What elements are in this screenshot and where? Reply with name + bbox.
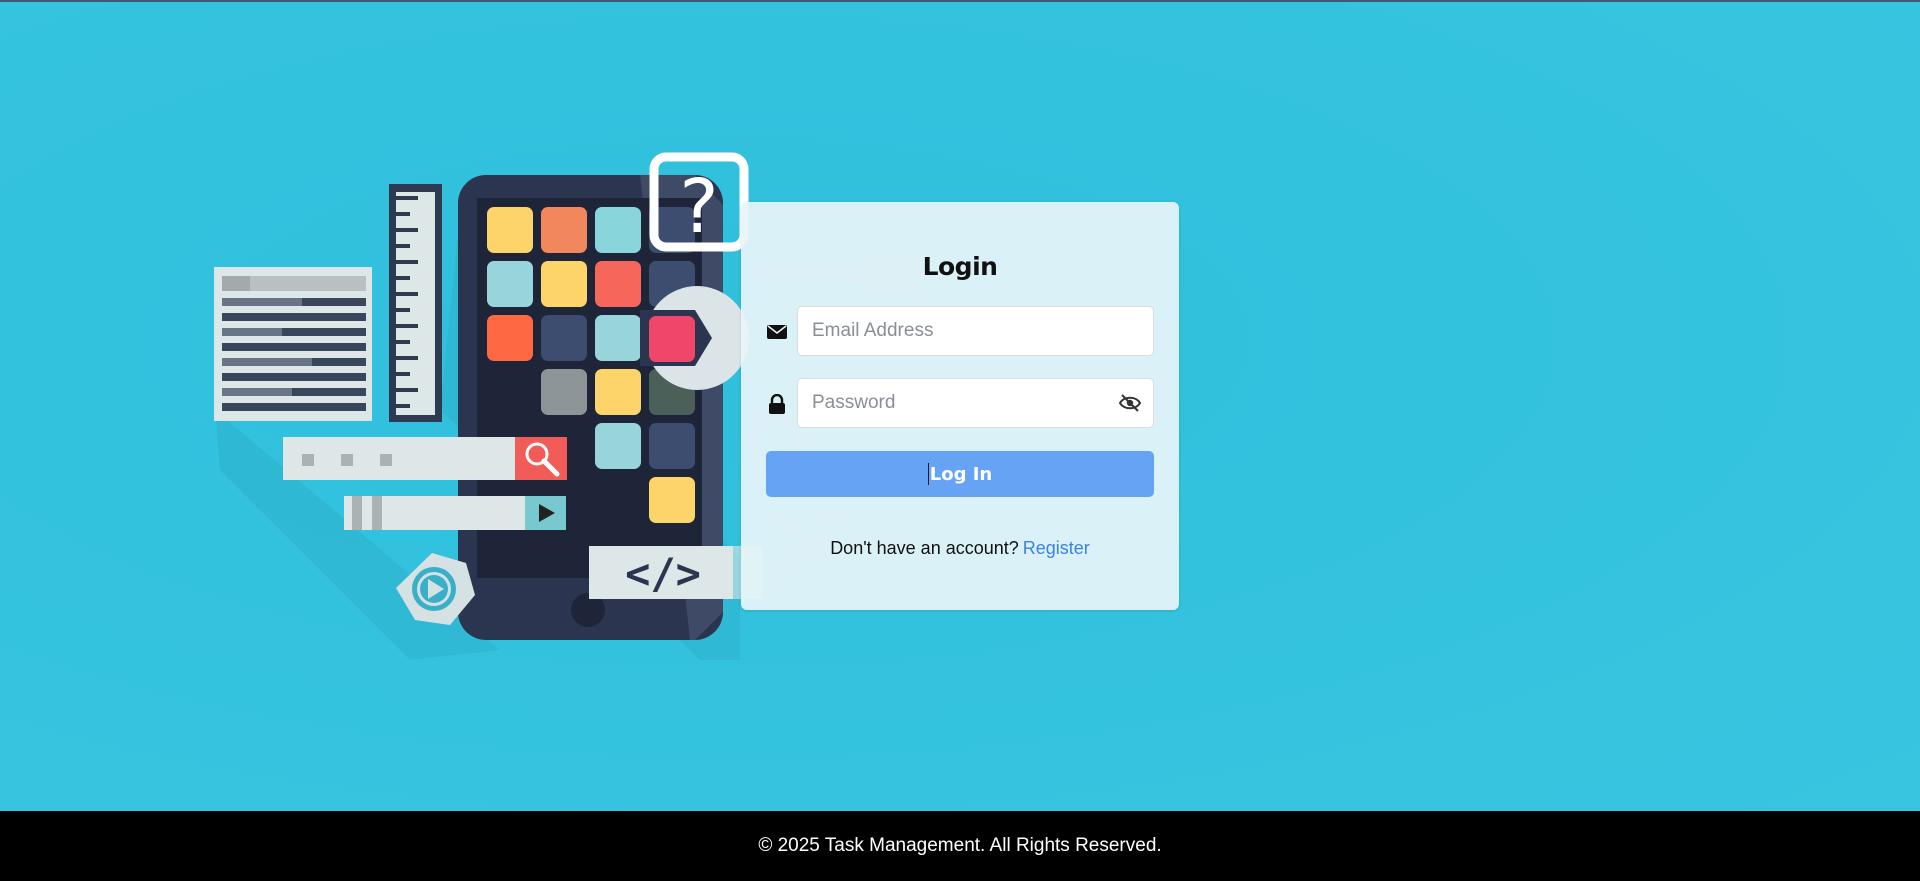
copyright-text: © 2025 Task Management. All Rights Reser… (758, 835, 1162, 856)
email-input[interactable] (798, 307, 1153, 355)
text-cursor (927, 463, 929, 485)
document-illustration (214, 267, 372, 421)
password-input[interactable] (798, 379, 1153, 427)
login-title: Login (922, 252, 998, 281)
code-tag-illustration: </> (589, 546, 763, 599)
media-bar-illustration (344, 496, 566, 530)
login-button[interactable]: Log In (766, 451, 1154, 497)
register-prompt: Don't have an account? (830, 538, 1019, 558)
password-field[interactable] (797, 378, 1154, 428)
envelope-icon (767, 322, 787, 342)
register-link[interactable]: Register (1023, 538, 1090, 558)
search-bar-illustration (283, 437, 567, 480)
question-mark-text: ? (679, 164, 718, 250)
code-tag-text: </> (625, 549, 701, 598)
footer: © 2025 Task Management. All Rights Reser… (0, 811, 1920, 881)
email-field[interactable] (797, 306, 1154, 356)
lock-icon (767, 394, 787, 414)
login-button-label: Log In (929, 463, 993, 485)
login-card: Login Log In Don't have an account?Regis… (741, 202, 1179, 610)
register-row: Don't have an account? Register (741, 538, 1179, 559)
eye-slash-icon[interactable] (1118, 394, 1142, 412)
ruler-illustration (389, 184, 442, 422)
